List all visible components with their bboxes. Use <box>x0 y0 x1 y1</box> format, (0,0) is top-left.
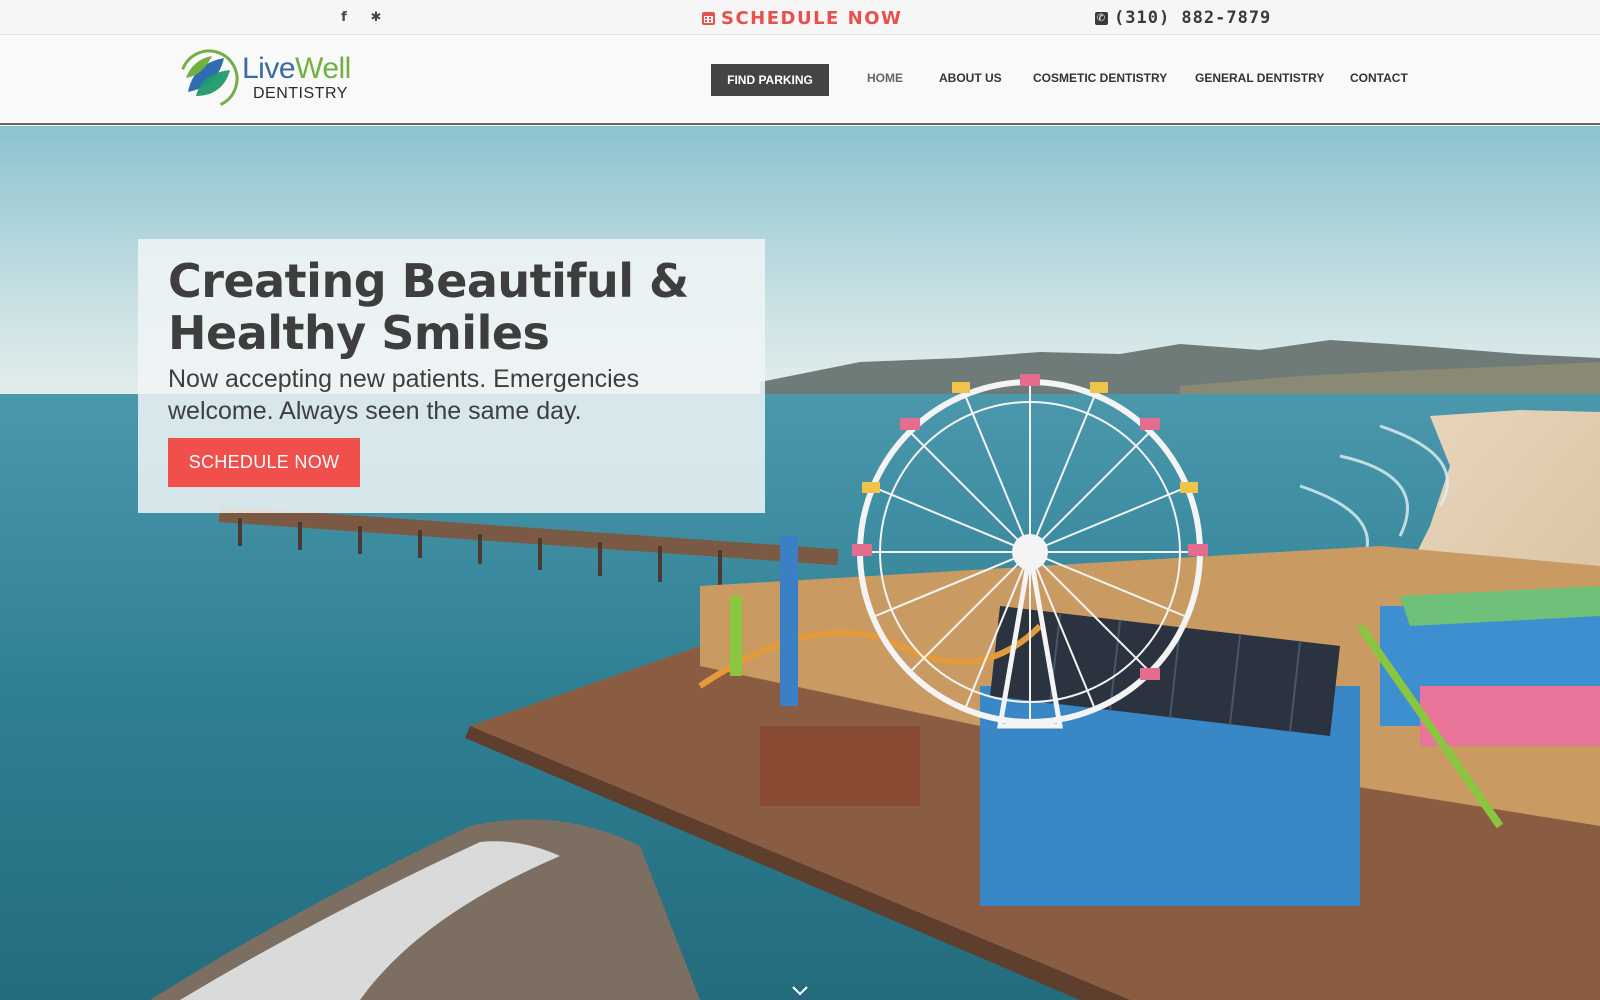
phone-icon: ✆ <box>1095 11 1108 25</box>
logo[interactable]: LiveWell DENTISTRY <box>178 48 358 112</box>
site-header: LiveWell DENTISTRY FIND PARKING HOME ABO… <box>0 35 1600 125</box>
logo-text: LiveWell <box>242 52 351 85</box>
calendar-icon <box>702 11 715 25</box>
schedule-now-link[interactable]: SCHEDULE NOW <box>702 6 902 30</box>
hero-section: Creating Beautiful & Healthy Smiles Now … <box>0 126 1600 1000</box>
phone-link[interactable]: ✆ (310) 882-7879 <box>1095 6 1271 30</box>
find-parking-button[interactable]: FIND PARKING <box>711 64 829 96</box>
yelp-icon[interactable]: ✱ <box>368 9 384 25</box>
schedule-now-button[interactable]: SCHEDULE NOW <box>168 438 360 487</box>
nav-item-contact[interactable]: CONTACT <box>1350 71 1408 85</box>
facebook-icon[interactable]: f <box>336 9 352 25</box>
nav-item-about-us[interactable]: ABOUT US <box>939 71 1002 85</box>
nav-item-cosmetic-dentistry[interactable]: COSMETIC DENTISTRY <box>1033 71 1167 85</box>
hero-title: Creating Beautiful & Healthy Smiles <box>168 254 689 360</box>
logo-leaf-mark <box>179 49 239 109</box>
logo-subtext: DENTISTRY <box>253 85 348 102</box>
hero-subtitle: Now accepting new patients. Emergencies … <box>168 365 640 425</box>
hero-card: Creating Beautiful & Healthy Smiles Now … <box>138 239 765 513</box>
top-bar: f ✱ SCHEDULE NOW ✆ (310) 882-7879 <box>0 0 1600 35</box>
nav-item-home[interactable]: HOME <box>867 71 903 85</box>
schedule-now-label: SCHEDULE NOW <box>721 7 903 29</box>
phone-number: (310) 882-7879 <box>1114 8 1272 28</box>
nav-item-general-dentistry[interactable]: GENERAL DENTISTRY <box>1195 71 1324 85</box>
chevron-down-icon[interactable] <box>791 984 809 998</box>
